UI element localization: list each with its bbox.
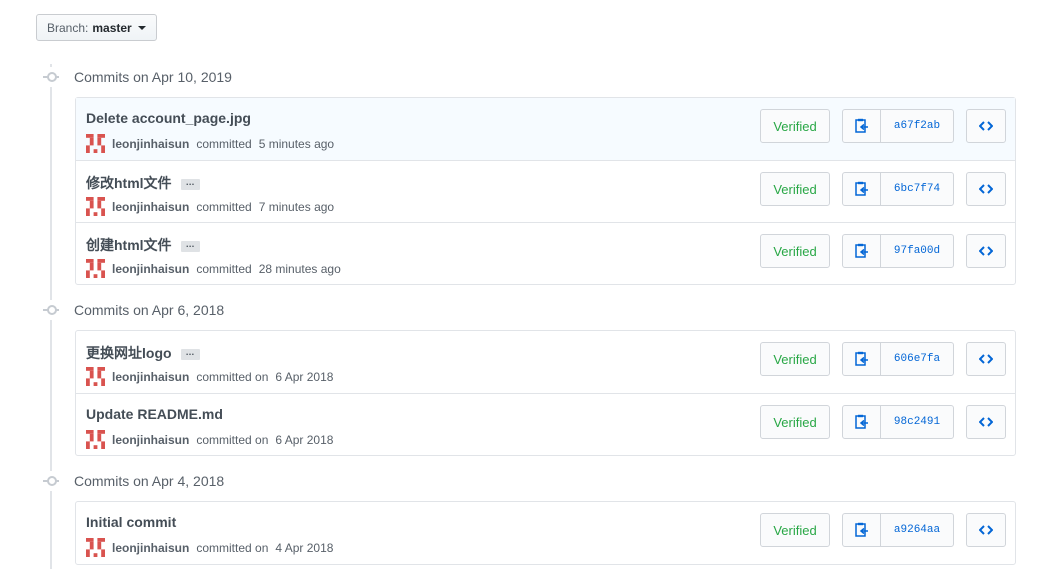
verified-badge[interactable]: Verified: [760, 513, 830, 547]
clippy-icon: [854, 522, 868, 537]
commit-author-link[interactable]: leonjinhaisun: [112, 262, 189, 276]
copy-sha-button[interactable]: [843, 343, 881, 375]
browse-files-button[interactable]: [966, 172, 1006, 206]
commit-group-title: Commits on Apr 6, 2018: [74, 302, 225, 318]
commit-action: committed on: [196, 432, 269, 447]
commit-message-link[interactable]: Update README.md: [86, 406, 223, 422]
code-icon: [979, 525, 993, 535]
commit-time: 6 Apr 2018: [275, 432, 334, 447]
identicon-avatar[interactable]: [86, 259, 105, 278]
identicon-avatar[interactable]: [86, 538, 105, 557]
identicon-avatar[interactable]: [86, 197, 105, 216]
commit-group-header: Commits on Apr 6, 2018: [40, 298, 224, 322]
copy-sha-button[interactable]: [843, 406, 881, 438]
clippy-icon: [854, 243, 868, 258]
clippy-icon: [854, 118, 868, 133]
commit-list: Delete account_page.jpg leonjinhaisun co…: [75, 97, 1016, 285]
verified-badge[interactable]: Verified: [760, 342, 830, 376]
sha-button-group: 98c2491: [842, 405, 954, 439]
commit-row: 修改html文件 … leonjinhaisun committed 7 min…: [76, 160, 1015, 222]
copy-sha-button[interactable]: [843, 110, 881, 142]
clippy-icon: [854, 414, 868, 429]
git-commit-icon: [40, 67, 62, 87]
branch-name: master: [92, 20, 132, 35]
commit-row: Update README.md leonjinhaisun committed…: [76, 393, 1015, 455]
commit-author-link[interactable]: leonjinhaisun: [112, 541, 189, 555]
commit-row: Initial commit leonjinhaisun committed o…: [76, 502, 1015, 564]
commit-message-link[interactable]: Delete account_page.jpg: [86, 110, 251, 126]
commit-message-link[interactable]: 修改html文件: [86, 173, 172, 193]
identicon-avatar[interactable]: [86, 134, 105, 153]
commit-author-link[interactable]: leonjinhaisun: [112, 200, 189, 214]
git-commit-icon: [40, 300, 62, 320]
browse-files-button[interactable]: [966, 109, 1006, 143]
commit-action: committed: [196, 199, 252, 214]
commit-author-link[interactable]: leonjinhaisun: [112, 370, 189, 384]
verified-badge[interactable]: Verified: [760, 234, 830, 268]
commit-row: 更换网址logo … leonjinhaisun committed on 6 …: [76, 331, 1015, 393]
commit-sha-link[interactable]: 6bc7f74: [881, 173, 953, 205]
commit-time: 4 Apr 2018: [275, 540, 334, 555]
clippy-icon: [854, 181, 868, 196]
commit-row: Delete account_page.jpg leonjinhaisun co…: [76, 98, 1015, 160]
commit-time: 6 Apr 2018: [275, 369, 334, 384]
triangle-down-icon: [137, 25, 146, 30]
code-icon: [979, 246, 993, 256]
browse-files-button[interactable]: [966, 405, 1006, 439]
copy-sha-button[interactable]: [843, 514, 881, 546]
browse-files-button[interactable]: [966, 342, 1006, 376]
commit-action: committed: [196, 136, 252, 151]
commit-group-title: Commits on Apr 10, 2019: [74, 69, 232, 85]
code-icon: [979, 184, 993, 194]
commit-list: 更换网址logo … leonjinhaisun committed on 6 …: [75, 330, 1016, 456]
commit-action: committed on: [196, 540, 269, 555]
commit-list: Initial commit leonjinhaisun committed o…: [75, 501, 1016, 565]
branch-label: Branch:: [47, 20, 89, 35]
commit-message-link[interactable]: 创建html文件: [86, 235, 172, 255]
commit-sha-link[interactable]: a9264aa: [881, 514, 953, 546]
git-commit-icon: [40, 471, 62, 491]
code-icon: [979, 121, 993, 131]
commit-group-header: Commits on Apr 10, 2019: [40, 65, 232, 89]
commit-sha-link[interactable]: 98c2491: [881, 406, 953, 438]
copy-sha-button[interactable]: [843, 235, 881, 267]
identicon-avatar[interactable]: [86, 367, 105, 386]
sha-button-group: a9264aa: [842, 513, 954, 547]
commit-time: 7 minutes ago: [258, 199, 335, 214]
expand-message-button[interactable]: …: [180, 348, 200, 360]
sha-button-group: 6bc7f74: [842, 172, 954, 206]
browse-files-button[interactable]: [966, 234, 1006, 268]
verified-badge[interactable]: Verified: [760, 109, 830, 143]
copy-sha-button[interactable]: [843, 173, 881, 205]
code-icon: [979, 354, 993, 364]
commit-action: committed: [196, 261, 252, 276]
expand-message-button[interactable]: …: [180, 178, 200, 190]
commit-author-link[interactable]: leonjinhaisun: [112, 433, 189, 447]
sha-button-group: a67f2ab: [842, 109, 954, 143]
clippy-icon: [854, 351, 868, 366]
browse-files-button[interactable]: [966, 513, 1006, 547]
commit-action: committed on: [196, 369, 269, 384]
sha-button-group: 606e7fa: [842, 342, 954, 376]
commit-group-title: Commits on Apr 4, 2018: [74, 473, 225, 489]
verified-badge[interactable]: Verified: [760, 172, 830, 206]
branch-select-button[interactable]: Branch: master: [36, 14, 157, 41]
sha-button-group: 97fa00d: [842, 234, 954, 268]
identicon-avatar[interactable]: [86, 430, 105, 449]
commit-sha-link[interactable]: 97fa00d: [881, 235, 953, 267]
commit-row: 创建html文件 … leonjinhaisun committed 28 mi…: [76, 222, 1015, 284]
expand-message-button[interactable]: …: [180, 240, 200, 252]
commit-sha-link[interactable]: a67f2ab: [881, 110, 953, 142]
commit-message-link[interactable]: 更换网址logo: [86, 343, 172, 363]
commit-message-link[interactable]: Initial commit: [86, 514, 176, 530]
commit-group-header: Commits on Apr 4, 2018: [40, 469, 224, 493]
commit-author-link[interactable]: leonjinhaisun: [112, 137, 189, 151]
code-icon: [979, 417, 993, 427]
commit-time: 5 minutes ago: [258, 136, 335, 151]
commit-time: 28 minutes ago: [258, 261, 341, 276]
verified-badge[interactable]: Verified: [760, 405, 830, 439]
commit-sha-link[interactable]: 606e7fa: [881, 343, 953, 375]
